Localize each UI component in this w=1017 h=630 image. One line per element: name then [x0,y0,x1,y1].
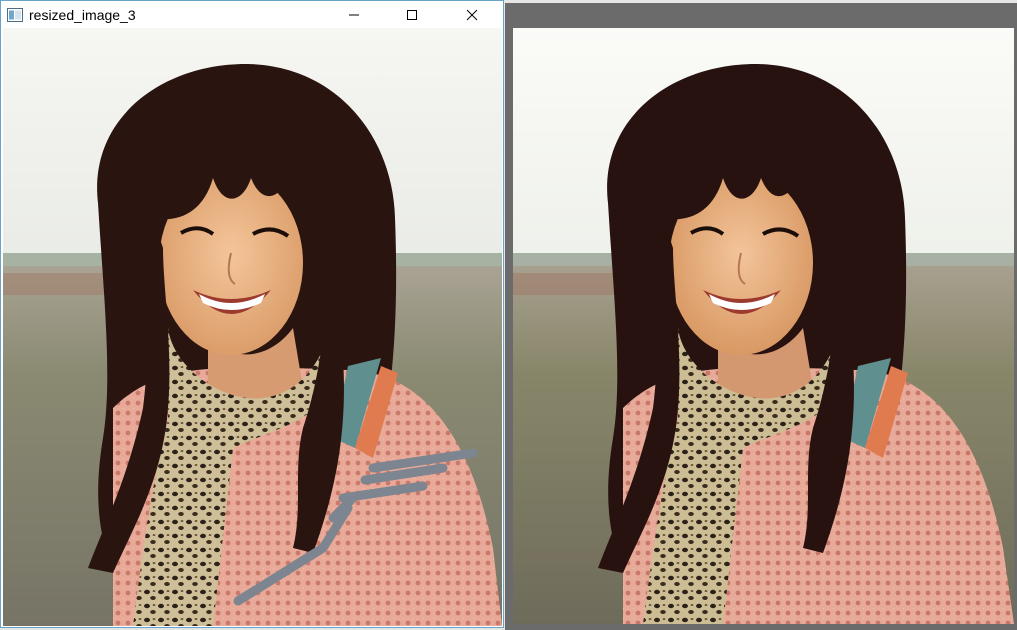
maximize-button[interactable] [389,1,435,29]
minimize-button[interactable] [331,1,377,29]
minimize-icon [349,14,359,16]
right-photo [513,28,1014,624]
close-button[interactable] [449,1,495,29]
window-title: resized_image_3 [29,7,136,23]
left-image-canvas [3,28,502,626]
app-icon [7,8,23,22]
maximize-icon [407,10,417,20]
right-image-canvas [513,28,1014,624]
left-photo [3,28,502,626]
close-icon [466,9,478,21]
